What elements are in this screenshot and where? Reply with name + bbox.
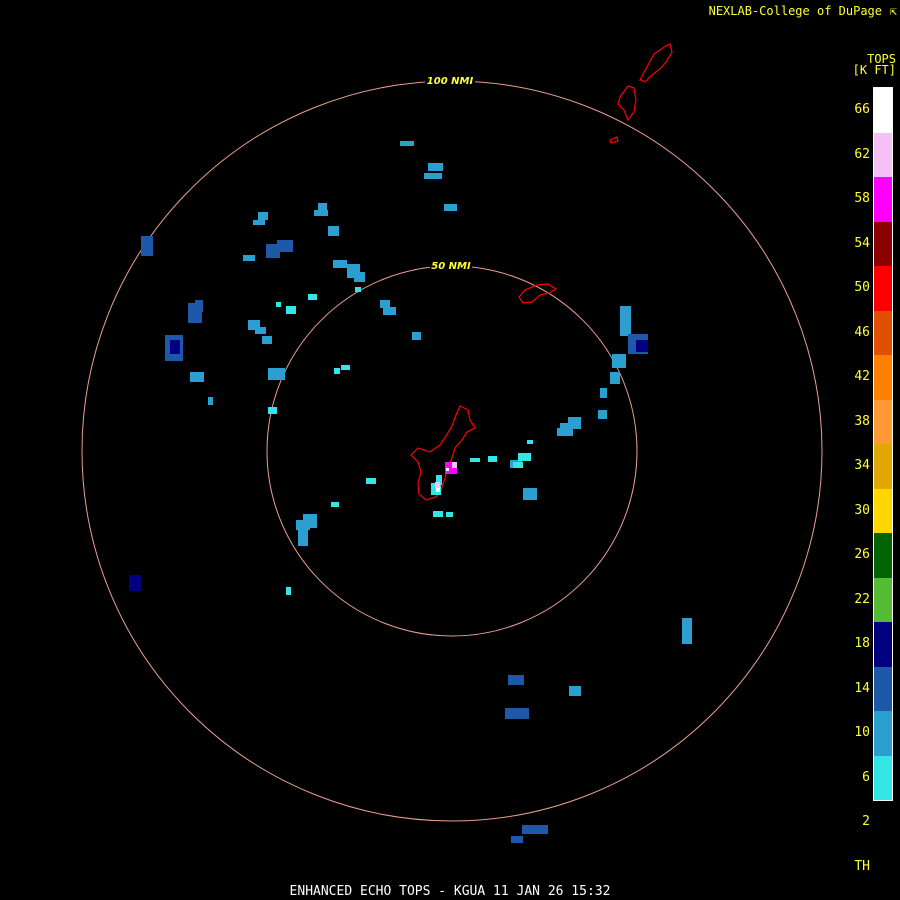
color-scale-label: 22 bbox=[854, 591, 870, 607]
color-scale-label: 30 bbox=[854, 502, 870, 518]
legend-units: [K FT] bbox=[852, 63, 896, 77]
color-swatch-22 bbox=[874, 577, 892, 622]
color-swatch-46 bbox=[874, 310, 892, 355]
range-ring-50 bbox=[266, 265, 638, 637]
color-swatch-34 bbox=[874, 444, 892, 489]
color-scale-label: TH bbox=[854, 858, 870, 874]
color-swatch-18 bbox=[874, 622, 892, 667]
color-swatch-26 bbox=[874, 533, 892, 578]
color-swatch-50 bbox=[874, 266, 892, 311]
echo-cells bbox=[129, 141, 692, 843]
color-swatch-10 bbox=[874, 711, 892, 756]
color-scale-labels: 66 62 58 54 50 46 42 38 34 30 26 22 18 14 10 6 2 TH bbox=[840, 87, 870, 874]
color-scale-label: 58 bbox=[854, 191, 870, 207]
color-scale-label: 26 bbox=[854, 547, 870, 563]
color-scale-label: 38 bbox=[854, 413, 870, 429]
color-swatch-14 bbox=[874, 666, 892, 711]
range-ring-100 bbox=[81, 80, 823, 822]
color-scale-label: 2 bbox=[862, 814, 870, 830]
color-scale-label: 62 bbox=[854, 146, 870, 162]
aguijan-island-outline bbox=[609, 136, 619, 144]
guam-island-outline bbox=[410, 405, 476, 501]
color-swatch-58 bbox=[874, 177, 892, 222]
color-scale-label: 34 bbox=[854, 458, 870, 474]
color-swatch-42 bbox=[874, 355, 892, 400]
color-scale-bar bbox=[873, 87, 893, 801]
arrow-link-icon[interactable]: ⇱ bbox=[890, 4, 897, 18]
color-scale-label: 18 bbox=[854, 636, 870, 652]
color-scale-label: 54 bbox=[854, 235, 870, 251]
color-swatch-30 bbox=[874, 488, 892, 533]
ring-label-100: 100 NMI bbox=[427, 76, 474, 87]
color-scale-label: 14 bbox=[854, 680, 870, 696]
radar-map: 100 NMI 50 NMI bbox=[81, 43, 823, 843]
saipan-island-outline bbox=[639, 43, 673, 83]
product-title: ENHANCED ECHO TOPS - KGUA 11 JAN 26 15:3… bbox=[289, 884, 611, 899]
color-scale-label: 66 bbox=[854, 102, 870, 118]
tinian-island-outline bbox=[617, 85, 637, 122]
color-swatch-6 bbox=[874, 755, 892, 800]
color-scale-label: 46 bbox=[854, 324, 870, 340]
credit-text[interactable]: NEXLAB-College of DuPage bbox=[709, 4, 882, 18]
ring-label-50: 50 NMI bbox=[431, 261, 471, 272]
color-swatch-62 bbox=[874, 132, 892, 177]
color-scale-label: 42 bbox=[854, 369, 870, 385]
coastline bbox=[410, 43, 673, 501]
color-scale-label: 50 bbox=[854, 280, 870, 296]
color-scale-label: 6 bbox=[862, 769, 870, 785]
color-swatch-54 bbox=[874, 221, 892, 266]
color-scale-label: 10 bbox=[854, 725, 870, 741]
color-swatch-66 bbox=[874, 88, 892, 133]
color-swatch-38 bbox=[874, 399, 892, 444]
